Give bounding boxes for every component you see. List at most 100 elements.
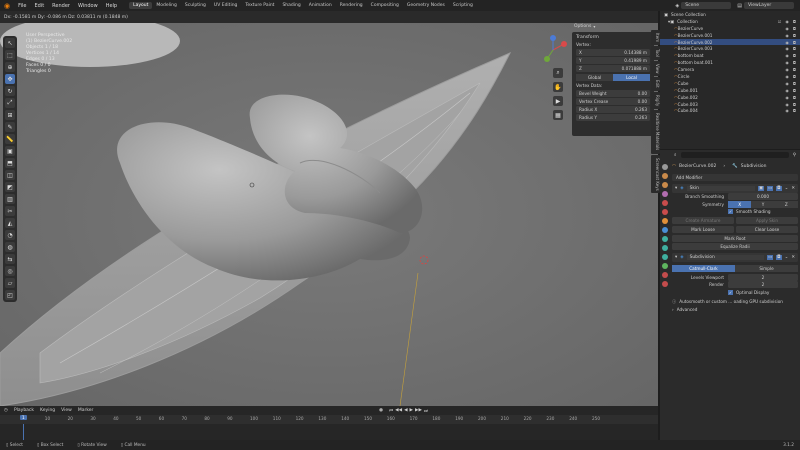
eye-icon[interactable]: ◉ <box>785 60 789 65</box>
add-modifier-button[interactable]: Add Modifier <box>672 174 798 181</box>
subdivision-modifier-header[interactable]: ▾ ◈ Subdivision ▭ ◘ ⌄ ✕ <box>672 252 798 262</box>
workspace-tab-shading[interactable]: Shading <box>278 2 304 9</box>
perspective-grid-icon[interactable]: ▦ <box>553 110 563 120</box>
camera-icon[interactable]: ◘ <box>793 102 796 107</box>
frame-ruler[interactable]: 1 10 20 30 40 50 60 70 80 90 100 110 120 130 140 150 16… <box>0 415 658 424</box>
eye-icon[interactable]: ◉ <box>785 81 789 86</box>
measure-tool-icon[interactable]: 📏 <box>5 134 15 144</box>
equalize-radii-button[interactable]: Equalize Radii <box>672 242 798 250</box>
edge-slide-tool-icon[interactable]: ⇆ <box>5 254 15 264</box>
move-tool-icon[interactable]: ✥ <box>5 74 15 84</box>
next-keyframe-icon[interactable]: ▶▶ <box>415 408 422 414</box>
outliner-collection[interactable]: ▾▣ Collection ☑ ◉ ◘ <box>660 18 800 25</box>
edit-mode-toggle-icon[interactable]: ▣ <box>757 186 764 191</box>
eye-icon[interactable]: ◉ <box>785 26 789 31</box>
outliner-item[interactable]: ◠ Cube ◉ ◘ <box>660 80 800 87</box>
eye-icon[interactable]: ◉ <box>785 46 789 51</box>
rotate-tool-icon[interactable]: ↻ <box>5 86 15 96</box>
close-icon[interactable]: ✕ <box>791 255 795 260</box>
tab-tool[interactable]: Tool <box>651 46 660 60</box>
workspace-tab-sculpting[interactable]: Sculpting <box>181 2 210 9</box>
workspace-tab-rendering[interactable]: Rendering <box>336 2 367 9</box>
camera-icon[interactable]: ◘ <box>793 60 796 65</box>
checkbox-icon[interactable]: ☑ <box>778 19 782 24</box>
add-cube-tool-icon[interactable]: ▣ <box>5 146 15 156</box>
tool-tab-icon[interactable] <box>661 164 668 170</box>
outliner-item[interactable]: ◠ BezierCurve.002 ◉ ◘ <box>660 38 800 46</box>
vertex-y-field[interactable]: Y 0.41989 m <box>576 57 650 64</box>
record-icon[interactable]: ● <box>379 408 383 413</box>
outliner-item[interactable]: ◠ BezierCurve ◉ ◘ <box>660 25 800 32</box>
outliner-item[interactable]: ◠ Cube.002 ◉ ◘ <box>660 94 800 101</box>
symmetry-x-toggle[interactable]: X <box>728 200 752 208</box>
chevron-down-icon[interactable]: ▾ <box>675 186 677 191</box>
camera-icon[interactable]: ◘ <box>793 26 796 31</box>
workspace-tab-uv-editing[interactable]: UV Editing <box>210 2 241 9</box>
tab-edit[interactable]: Edit <box>651 77 660 92</box>
workspace-tab-animation[interactable]: Animation <box>305 2 336 9</box>
timeline-menu-view[interactable]: View <box>61 408 72 413</box>
checkbox-checked-icon[interactable]: ✓ <box>728 209 733 215</box>
vertex-crease-field[interactable]: Vertex Crease 0.00 <box>576 98 650 105</box>
workspace-tab-texture-paint[interactable]: Texture Paint <box>241 2 278 9</box>
menu-file[interactable]: File <box>14 3 30 9</box>
timeline-menu-marker[interactable]: Marker <box>78 408 94 413</box>
outliner-item[interactable]: ◠ Cube.003 ◉ ◘ <box>660 101 800 108</box>
chevron-down-icon[interactable]: ▾ <box>675 255 677 260</box>
workspace-tab-layout[interactable]: Layout <box>129 2 153 9</box>
levels-viewport-field[interactable]: 2 <box>728 273 798 281</box>
outliner-scene-collection[interactable]: ▣ Scene Collection <box>660 11 800 18</box>
menu-window[interactable]: Window <box>74 3 102 9</box>
local-toggle[interactable]: Local <box>613 74 650 81</box>
smooth-tool-icon[interactable]: ◍ <box>5 242 15 252</box>
zoom-icon[interactable]: ⌕ <box>553 68 563 78</box>
eye-icon[interactable]: ◉ <box>785 102 789 107</box>
scene-selector[interactable]: Scene <box>681 2 732 9</box>
workspace-tab-scripting[interactable]: Scripting <box>449 2 477 9</box>
tab-screencast-keys[interactable]: Screencast Keys <box>651 154 660 194</box>
cursor-3d-tool-icon[interactable]: ⊕ <box>5 62 15 72</box>
camera-icon[interactable]: ◘ <box>793 33 796 38</box>
skin-modifier-name[interactable]: Skin <box>686 186 755 191</box>
camera-icon[interactable]: ◘ <box>793 67 796 72</box>
play-reverse-icon[interactable]: ◀ <box>404 408 407 414</box>
navigation-gizmo[interactable] <box>538 35 568 65</box>
bevel-weight-field[interactable]: Bevel Weight 0.00 <box>576 90 650 97</box>
eye-icon[interactable]: ◉ <box>785 53 789 58</box>
modifier-menu-icon[interactable]: ⌄ <box>785 255 789 260</box>
physics-tab-icon[interactable] <box>661 245 668 251</box>
knife-tool-icon[interactable]: ✂ <box>5 206 15 216</box>
create-armature-button[interactable]: Create Armature <box>672 216 734 224</box>
properties-search-input[interactable] <box>680 152 789 158</box>
workspace-tab-modeling[interactable]: Modeling <box>152 2 180 9</box>
output-tab-icon[interactable] <box>661 182 668 188</box>
poly-build-tool-icon[interactable]: ◭ <box>5 218 15 228</box>
annotate-tool-icon[interactable]: ✎ <box>5 122 15 132</box>
tab-item[interactable]: Item <box>651 30 660 46</box>
search-icon[interactable]: ⌕ <box>674 152 677 158</box>
global-toggle[interactable]: Global <box>576 74 613 81</box>
particles-tab-icon[interactable] <box>661 236 668 242</box>
mark-root-button[interactable]: Mark Root <box>672 234 798 242</box>
menu-edit[interactable]: Edit <box>30 3 48 9</box>
camera-icon[interactable]: ◘ <box>793 95 796 100</box>
outliner-item[interactable]: ◠ Cube.001 ◉ ◘ <box>660 87 800 94</box>
eye-icon[interactable]: ◉ <box>785 74 789 79</box>
render-toggle-icon[interactable]: ◘ <box>776 254 782 260</box>
apply-skin-button[interactable]: Apply Skin <box>736 216 798 224</box>
eye-icon[interactable]: ◉ <box>785 95 789 100</box>
catmull-clark-toggle[interactable]: Catmull-Clark <box>672 264 735 272</box>
branch-smoothing-field[interactable]: 0.000 <box>728 193 798 201</box>
timeline-menu-playback[interactable]: Playback <box>14 408 34 413</box>
skin-modifier-header[interactable]: ▾ ◈ Skin ▣ ▭ ◘ ⌄ ✕ <box>672 184 798 193</box>
3d-viewport[interactable]: User Perspective (1) BezierCurve.002 Obj… <box>0 23 658 406</box>
eye-icon[interactable]: ◉ <box>785 88 789 93</box>
outliner-item[interactable]: ◠ BezierCurve.001 ◉ ◘ <box>660 32 800 39</box>
camera-view-icon[interactable]: ▶ <box>553 96 563 106</box>
menu-help[interactable]: Help <box>102 3 121 9</box>
camera-icon[interactable]: ◘ <box>793 88 796 93</box>
workspace-tab-compositing[interactable]: Compositing <box>367 2 403 9</box>
camera-icon[interactable]: ◘ <box>793 81 796 86</box>
tab-view[interactable]: View <box>651 60 660 77</box>
render-toggle-icon[interactable]: ◘ <box>776 186 782 191</box>
